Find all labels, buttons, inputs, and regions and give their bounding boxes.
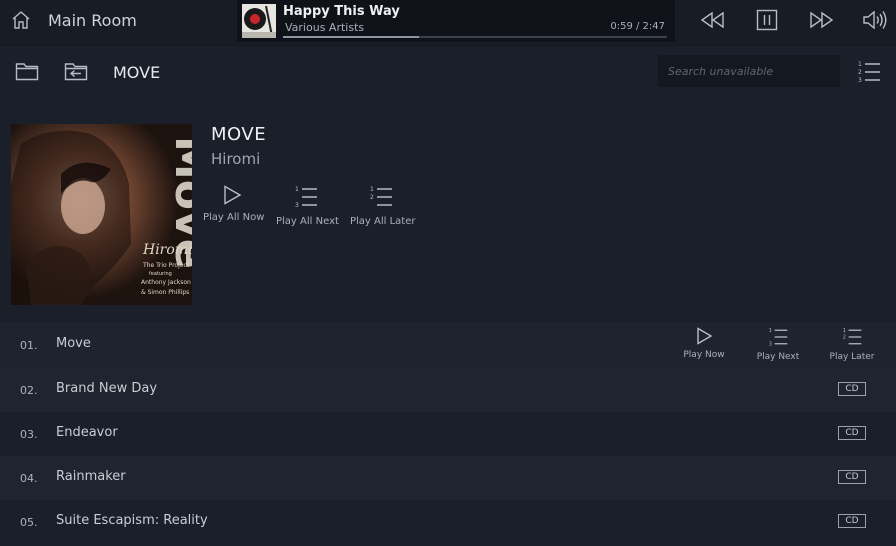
queue-next-icon: 1 3 <box>755 326 801 348</box>
track-name: Rainmaker <box>56 469 126 484</box>
queue-later-icon: 1 2 <box>350 184 412 210</box>
play-next-button[interactable]: 1 3 Play Next <box>755 326 801 362</box>
svg-text:2: 2 <box>843 335 846 341</box>
svg-text:1: 1 <box>295 186 299 193</box>
svg-text:1: 1 <box>370 186 374 193</box>
now-playing-artist: Various Artists <box>285 21 365 34</box>
now-playing-artwork <box>242 4 276 38</box>
track-number: 01. <box>20 339 38 352</box>
table-row[interactable]: 04. Rainmaker CD <box>0 456 896 500</box>
progress-fill <box>283 36 419 38</box>
pause-icon[interactable] <box>756 9 778 31</box>
track-number: 03. <box>20 428 38 441</box>
track-name: Suite Escapism: Reality <box>56 513 208 528</box>
album-title: MOVE <box>211 124 267 145</box>
svg-text:2: 2 <box>858 69 862 76</box>
nav-bar: MOVE 1 2 3 <box>0 48 896 96</box>
play-all-now-button[interactable]: Play All Now <box>203 184 265 223</box>
cd-badge: CD <box>838 426 866 440</box>
table-row[interactable]: 03. Endeavor CD <box>0 412 896 456</box>
cover-line-4: & Simon Phillips <box>141 289 189 296</box>
play-icon <box>203 184 261 206</box>
track-number: 04. <box>20 472 38 485</box>
progress-bar[interactable] <box>283 36 667 38</box>
play-next-label: Play Next <box>756 352 800 362</box>
queue-later-icon: 1 2 <box>829 326 875 348</box>
svg-text:2: 2 <box>370 194 374 201</box>
svg-text:3: 3 <box>295 202 299 209</box>
play-all-later-button[interactable]: 1 2 Play All Later <box>350 184 416 227</box>
track-name: Endeavor <box>56 425 118 440</box>
search-input[interactable] <box>658 55 840 87</box>
play-later-label: Play Later <box>829 352 875 362</box>
play-all-next-label: Play All Next <box>276 216 339 227</box>
back-icon[interactable] <box>64 61 88 81</box>
page-title: MOVE <box>113 63 161 82</box>
now-playing-panel[interactable]: Happy This Way Various Artists 0:59 / 2:… <box>237 0 675 42</box>
next-icon[interactable] <box>808 9 834 31</box>
queue-icon[interactable]: 1 2 3 <box>857 59 881 85</box>
play-icon <box>681 326 727 346</box>
previous-icon[interactable] <box>700 9 726 31</box>
play-later-button[interactable]: 1 2 Play Later <box>829 326 875 362</box>
cd-badge: CD <box>838 514 866 528</box>
svg-text:1: 1 <box>769 328 772 334</box>
track-number: 02. <box>20 384 38 397</box>
svg-text:1: 1 <box>858 61 862 68</box>
svg-text:1: 1 <box>843 328 846 334</box>
top-bar: Main Room Happy This Way Various Artists… <box>0 0 896 46</box>
track-list: 01. Move Play Now 1 3 Play Next 1 2 Play… <box>0 322 896 544</box>
now-playing-title: Happy This Way <box>283 4 400 19</box>
table-row[interactable]: 02. Brand New Day CD <box>0 368 896 412</box>
album-artist[interactable]: Hiromi <box>211 150 260 168</box>
album-cover: Move Hiromi The Trio Project featuring A… <box>11 124 192 305</box>
play-now-label: Play Now <box>683 350 725 360</box>
cd-badge: CD <box>838 470 866 484</box>
volume-icon[interactable] <box>862 9 888 31</box>
cover-artist-script: Hiromi <box>142 242 192 258</box>
folder-icon[interactable] <box>15 61 39 81</box>
cover-line-2: featuring <box>149 271 172 277</box>
svg-text:3: 3 <box>858 77 862 84</box>
home-icon[interactable] <box>10 9 32 31</box>
table-row[interactable]: 01. Move Play Now 1 3 Play Next 1 2 Play… <box>0 322 896 368</box>
track-number: 05. <box>20 516 38 529</box>
table-row[interactable]: 05. Suite Escapism: Reality CD <box>0 500 896 544</box>
room-name[interactable]: Main Room <box>48 11 137 30</box>
cd-badge: CD <box>838 382 866 396</box>
cover-line-3: Anthony Jackson <box>141 279 191 286</box>
play-all-now-label: Play All Now <box>203 212 265 223</box>
track-name: Brand New Day <box>56 381 158 396</box>
play-all-later-label: Play All Later <box>350 216 416 227</box>
now-playing-time: 0:59 / 2:47 <box>610 21 665 32</box>
svg-text:3: 3 <box>769 341 772 347</box>
play-now-button[interactable]: Play Now <box>681 326 727 360</box>
queue-next-icon: 1 3 <box>276 184 336 210</box>
play-all-next-button[interactable]: 1 3 Play All Next <box>276 184 339 227</box>
track-name: Move <box>56 336 91 351</box>
cover-line-1: The Trio Project <box>142 262 190 269</box>
